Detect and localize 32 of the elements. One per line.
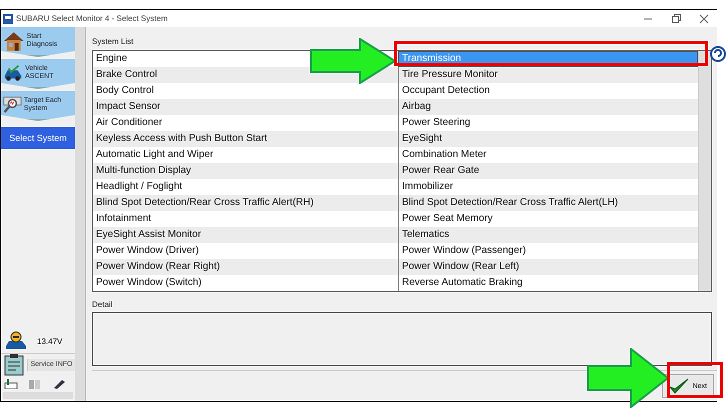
download-icon[interactable] <box>4 379 18 389</box>
list-item[interactable]: Body Control <box>93 83 154 99</box>
system-list-label: System List <box>92 37 134 46</box>
list-item[interactable]: Power Window (Driver) <box>93 243 199 259</box>
list-item[interactable]: Keyless Access with Push Button Start <box>93 131 268 147</box>
list-item[interactable]: Power Window (Rear Right) <box>93 259 220 275</box>
highlight-frame <box>667 362 723 398</box>
list-item[interactable]: Engine <box>93 51 128 67</box>
clipboard-icon <box>4 354 24 376</box>
list-item[interactable]: EyeSight Assist Monitor <box>93 227 202 243</box>
sidebar-scrollbar[interactable] <box>75 27 86 401</box>
window-title: SUBARU Select Monitor 4 - Select System <box>16 14 169 23</box>
restore-icon[interactable] <box>671 14 681 24</box>
checkmark-icon <box>668 378 689 394</box>
house-icon <box>3 30 25 52</box>
list-item[interactable]: Headlight / Foglight <box>93 179 182 195</box>
list-scrollbar[interactable] <box>698 51 711 291</box>
help-bubble-icon[interactable] <box>710 46 726 64</box>
list-item[interactable]: Impact Sensor <box>93 99 160 115</box>
detail-label: Detail <box>92 300 112 309</box>
list-item[interactable]: Blind Spot Detection/Rear Cross Traffic Alert(RH) <box>93 195 314 211</box>
list-item[interactable]: Multi-function Display <box>93 163 192 179</box>
list-item[interactable]: Infotainment <box>93 211 152 227</box>
list-item[interactable]: Power Window (Switch) <box>93 275 202 291</box>
close-icon[interactable] <box>699 14 709 24</box>
list-item[interactable]: Automatic Light and Wiper <box>93 147 214 163</box>
sidebar-item[interactable]: Select System <box>1 127 75 149</box>
list-item[interactable]: Brake Control <box>93 67 158 83</box>
list-item[interactable]: Air Conditioner <box>93 115 162 131</box>
car-icon <box>3 64 24 82</box>
pen-icon[interactable] <box>52 379 66 389</box>
voltage-reading: 13.47V <box>37 336 62 346</box>
